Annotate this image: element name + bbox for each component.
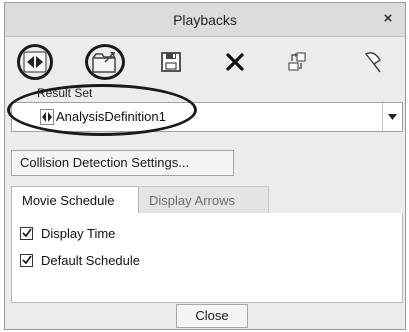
default-schedule-option[interactable]: Default Schedule [20,251,140,269]
save-button[interactable] [153,44,189,80]
save-icon [161,52,181,72]
window-title: Playbacks [173,12,237,28]
pin-button[interactable] [355,44,391,80]
open-folder-icon [92,52,116,73]
tab-movie-schedule[interactable]: Movie Schedule [11,186,139,214]
pin-icon [364,52,381,73]
dropdown-arrow-icon[interactable] [382,103,402,131]
result-set-dropdown[interactable]: AnalysisDefinition1 [11,102,403,132]
result-set-label: Result Set [37,86,93,100]
tab-content: Display Time Default Schedule [11,213,403,303]
default-schedule-checkbox[interactable] [20,253,33,267]
playbacks-panel: Playbacks × Result Set AnalysisDefinitio… [4,2,406,330]
title-bar: Playbacks × [5,3,405,37]
footer: Close [5,303,405,329]
display-time-checkbox[interactable] [20,226,33,240]
checkmark-icon [21,255,32,265]
toolbar [5,38,405,86]
step-toggle-button[interactable] [17,44,53,80]
close-window-button[interactable]: × [379,9,397,29]
export-icon [288,52,306,71]
checkmark-icon [21,228,32,238]
display-time-label: Display Time [41,225,116,241]
result-set-value: AnalysisDefinition1 [56,109,166,124]
export-button[interactable] [279,44,315,80]
step-toggle-icon [23,51,47,73]
default-schedule-label: Default Schedule [41,252,141,268]
display-time-option[interactable]: Display Time [20,224,115,242]
tab-bar: Movie Schedule Display Arrows [11,186,403,214]
collision-detection-settings-button[interactable]: Collision Detection Settings... [11,150,234,176]
open-button[interactable] [85,44,125,80]
tab-display-arrows[interactable]: Display Arrows [139,186,269,214]
delete-button[interactable] [217,44,253,80]
close-button[interactable]: Close [176,304,248,328]
delete-icon [226,53,244,71]
step-toggle-icon [40,109,54,125]
